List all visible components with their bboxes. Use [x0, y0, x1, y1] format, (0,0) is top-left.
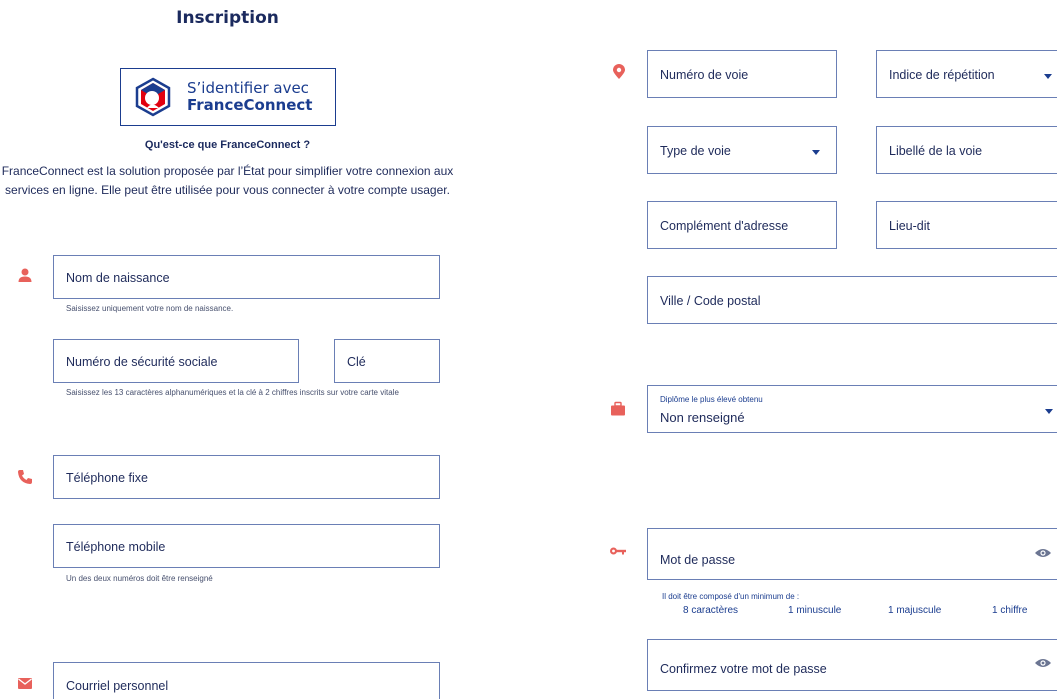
phone-icon	[18, 470, 32, 484]
phone-hint: Un des deux numéros doit être renseigné	[66, 574, 213, 583]
envelope-icon	[18, 678, 32, 689]
briefcase-icon	[611, 401, 625, 416]
birth-name-placeholder: Nom de naissance	[66, 271, 170, 285]
password-rule-lowercase: 1 minuscule	[788, 605, 842, 616]
franceconnect-description: FranceConnect est la solution proposée p…	[0, 162, 455, 200]
email-placeholder: Courriel personnel	[66, 679, 169, 693]
eye-icon[interactable]	[1034, 547, 1052, 559]
street-type-select[interactable]: Type de voie	[647, 126, 837, 174]
ssn-hint: Saisissez les 13 caractères alphanumériq…	[66, 388, 399, 397]
password-placeholder: Mot de passe	[660, 553, 736, 567]
password-rule-length: 8 caractères	[683, 605, 739, 616]
email-input[interactable]: Courriel personnel	[53, 662, 440, 699]
person-icon	[18, 268, 32, 282]
password-rule-uppercase: 1 majuscule	[888, 605, 942, 616]
franceconnect-description-line2: services en ligne. Elle peut être utilis…	[5, 183, 450, 197]
password-input[interactable]: Mot de passe	[647, 528, 1057, 580]
password-rules-title: Il doit être composé d'un minimum de :	[662, 592, 800, 601]
franceconnect-button[interactable]: S’identifier avec FranceConnect	[120, 68, 336, 126]
street-type-placeholder: Type de voie	[660, 144, 731, 158]
franceconnect-description-line1: FranceConnect est la solution proposée p…	[1, 164, 454, 178]
confirm-password-input[interactable]: Confirmez votre mot de passe	[647, 639, 1057, 691]
confirm-password-placeholder: Confirmez votre mot de passe	[660, 662, 827, 676]
mobile-input[interactable]: Téléphone mobile	[53, 524, 440, 568]
locality-input[interactable]: Lieu-dit	[876, 201, 1057, 249]
password-rule-digit: 1 chiffre	[992, 605, 1028, 616]
ssn-key-input[interactable]: Clé	[334, 339, 440, 383]
repetition-index-placeholder: Indice de répétition	[889, 68, 995, 82]
landline-input[interactable]: Téléphone fixe	[53, 455, 440, 499]
mobile-placeholder: Téléphone mobile	[66, 540, 166, 554]
franceconnect-logo	[135, 77, 171, 117]
locality-placeholder: Lieu-dit	[889, 219, 930, 233]
chevron-down-icon	[1045, 409, 1053, 414]
page-title: Inscription	[176, 8, 279, 28]
street-number-placeholder: Numéro de voie	[660, 68, 749, 82]
eye-icon[interactable]	[1034, 657, 1052, 669]
street-label-input[interactable]: Libellé de la voie	[876, 126, 1057, 174]
ssn-placeholder: Numéro de sécurité sociale	[66, 355, 218, 369]
franceconnect-button-line1: S’identifier avec	[187, 79, 309, 97]
birth-name-input[interactable]: Nom de naissance	[53, 255, 440, 299]
diploma-select[interactable]: Diplôme le plus élevé obtenu Non renseig…	[647, 385, 1057, 433]
diploma-value: Non renseigné	[660, 410, 745, 425]
street-label-placeholder: Libellé de la voie	[889, 144, 983, 158]
diploma-label: Diplôme le plus élevé obtenu	[660, 395, 763, 404]
landline-placeholder: Téléphone fixe	[66, 471, 149, 485]
birth-name-hint: Saisissez uniquement votre nom de naissa…	[66, 304, 234, 313]
key-icon	[610, 547, 626, 555]
address-complement-input[interactable]: Complément d'adresse	[647, 201, 837, 249]
chevron-down-icon	[1044, 74, 1052, 79]
city-postcode-input[interactable]: Ville / Code postal	[647, 276, 1057, 324]
city-postcode-placeholder: Ville / Code postal	[660, 294, 761, 308]
street-number-input[interactable]: Numéro de voie	[647, 50, 837, 98]
franceconnect-info-link[interactable]: Qu'est-ce que FranceConnect ?	[0, 139, 455, 151]
map-pin-icon	[613, 64, 625, 79]
ssn-key-placeholder: Clé	[347, 355, 366, 369]
repetition-index-select[interactable]: Indice de répétition	[876, 50, 1057, 98]
ssn-input[interactable]: Numéro de sécurité sociale	[53, 339, 299, 383]
franceconnect-button-line2: FranceConnect	[187, 96, 313, 114]
chevron-down-icon	[812, 150, 820, 155]
address-complement-placeholder: Complément d'adresse	[660, 219, 789, 233]
